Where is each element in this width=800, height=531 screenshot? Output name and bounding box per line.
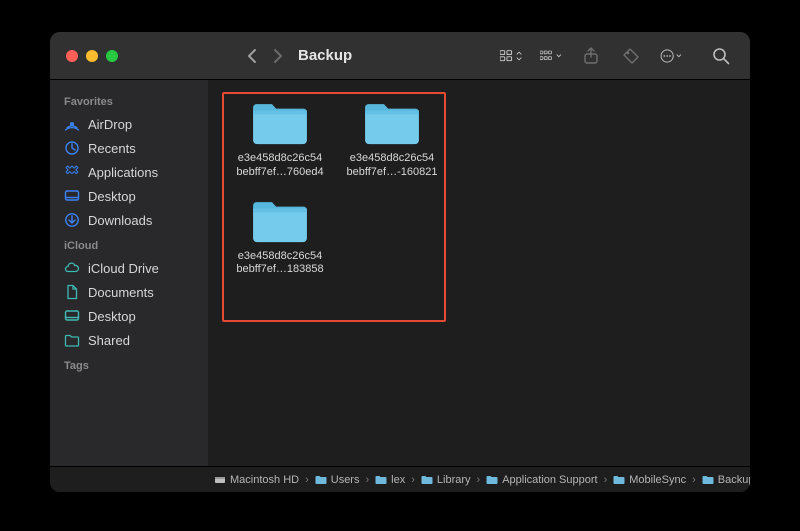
sidebar-item-documents[interactable]: Documents bbox=[50, 280, 208, 304]
path-segment-label: Users bbox=[331, 474, 360, 486]
folder-icon bbox=[315, 475, 327, 485]
sidebar-section-icloud: iCloud bbox=[50, 232, 208, 256]
group-by-icon[interactable] bbox=[540, 45, 562, 67]
chevron-right-icon: › bbox=[303, 474, 311, 486]
zoom-button[interactable] bbox=[106, 50, 118, 62]
folder-item[interactable]: e3e458d8c26c54bebff7ef…183858 bbox=[228, 196, 332, 278]
path-segment[interactable]: Users bbox=[315, 474, 360, 486]
path-segment-label: lex bbox=[391, 474, 405, 486]
sidebar-item-label: Documents bbox=[88, 285, 154, 300]
tag-icon[interactable] bbox=[620, 45, 642, 67]
sidebar-item-label: Applications bbox=[88, 165, 158, 180]
chevron-right-icon: › bbox=[409, 474, 417, 486]
documents-icon bbox=[64, 284, 80, 300]
sidebar-item-label: Downloads bbox=[88, 213, 152, 228]
folder-icon bbox=[702, 475, 714, 485]
view-icon-grid[interactable] bbox=[500, 45, 522, 67]
sidebar-item-shared[interactable]: Shared bbox=[50, 328, 208, 352]
path-segment-label: Macintosh HD bbox=[230, 474, 299, 486]
content-area[interactable]: e3e458d8c26c54bebff7ef…760ed4 e3e458d8c2… bbox=[208, 80, 750, 466]
sidebar-item-label: Desktop bbox=[88, 189, 136, 204]
disk-icon bbox=[214, 474, 226, 486]
path-segment-label: Application Support bbox=[502, 474, 597, 486]
path-segment[interactable]: Application Support bbox=[486, 474, 597, 486]
folder-item[interactable]: e3e458d8c26c54bebff7ef…760ed4 bbox=[228, 98, 332, 180]
sidebar-section-tags: Tags bbox=[50, 352, 208, 376]
sidebar-item-applications[interactable]: Applications bbox=[50, 160, 208, 184]
close-button[interactable] bbox=[66, 50, 78, 62]
window-title: Backup bbox=[298, 47, 352, 64]
path-segment[interactable]: lex bbox=[375, 474, 405, 486]
window-controls bbox=[66, 50, 118, 62]
shared-folder-icon bbox=[64, 332, 80, 348]
forward-button[interactable] bbox=[272, 48, 284, 64]
folder-icon bbox=[421, 475, 433, 485]
sidebar-item-label: Desktop bbox=[88, 309, 136, 324]
desktop-icon bbox=[64, 188, 80, 204]
toolbar-right bbox=[500, 45, 732, 67]
sidebar: Favorites AirDrop Recents Applications bbox=[50, 80, 208, 466]
minimize-button[interactable] bbox=[86, 50, 98, 62]
airdrop-icon bbox=[64, 116, 80, 132]
sidebar-item-label: Recents bbox=[88, 141, 136, 156]
sidebar-item-label: AirDrop bbox=[88, 117, 132, 132]
sidebar-item-desktop-icloud[interactable]: Desktop bbox=[50, 304, 208, 328]
sidebar-item-recents[interactable]: Recents bbox=[50, 136, 208, 160]
path-bar: Macintosh HD›Users›lex›Library›Applicati… bbox=[50, 466, 750, 492]
folder-label: e3e458d8c26c54bebff7ef…-160821 bbox=[340, 152, 444, 180]
path-segment[interactable]: Macintosh HD bbox=[214, 474, 299, 486]
search-icon[interactable] bbox=[710, 45, 732, 67]
icloud-icon bbox=[64, 260, 80, 276]
back-button[interactable] bbox=[246, 48, 258, 64]
sidebar-item-downloads[interactable]: Downloads bbox=[50, 208, 208, 232]
folder-item[interactable]: e3e458d8c26c54bebff7ef…-160821 bbox=[340, 98, 444, 180]
downloads-icon bbox=[64, 212, 80, 228]
chevron-right-icon: › bbox=[475, 474, 483, 486]
sidebar-section-favorites: Favorites bbox=[50, 88, 208, 112]
chevron-right-icon: › bbox=[602, 474, 610, 486]
sidebar-item-label: iCloud Drive bbox=[88, 261, 159, 276]
nav-controls bbox=[246, 48, 284, 64]
path-segment[interactable]: Backup bbox=[702, 474, 750, 486]
sidebar-item-desktop[interactable]: Desktop bbox=[50, 184, 208, 208]
path-segment[interactable]: MobileSync bbox=[613, 474, 686, 486]
path-segment[interactable]: Library bbox=[421, 474, 471, 486]
folder-label: e3e458d8c26c54bebff7ef…183858 bbox=[228, 250, 332, 278]
path-segment-label: MobileSync bbox=[629, 474, 686, 486]
chevron-right-icon: › bbox=[363, 474, 371, 486]
folder-icon bbox=[613, 475, 625, 485]
recents-icon bbox=[64, 140, 80, 156]
finder-window: Backup bbox=[50, 32, 750, 492]
chevron-right-icon: › bbox=[690, 474, 698, 486]
sidebar-item-label: Shared bbox=[88, 333, 130, 348]
titlebar: Backup bbox=[50, 32, 750, 80]
sidebar-item-airdrop[interactable]: AirDrop bbox=[50, 112, 208, 136]
folder-icon bbox=[375, 475, 387, 485]
path-segment-label: Backup bbox=[718, 474, 750, 486]
folder-label: e3e458d8c26c54bebff7ef…760ed4 bbox=[228, 152, 332, 180]
action-menu-icon[interactable] bbox=[660, 45, 682, 67]
folder-grid: e3e458d8c26c54bebff7ef…760ed4 e3e458d8c2… bbox=[228, 98, 444, 277]
share-icon[interactable] bbox=[580, 45, 602, 67]
folder-icon bbox=[486, 475, 498, 485]
sidebar-item-icloud-drive[interactable]: iCloud Drive bbox=[50, 256, 208, 280]
desktop-icon bbox=[64, 308, 80, 324]
path-segment-label: Library bbox=[437, 474, 471, 486]
applications-icon bbox=[64, 164, 80, 180]
